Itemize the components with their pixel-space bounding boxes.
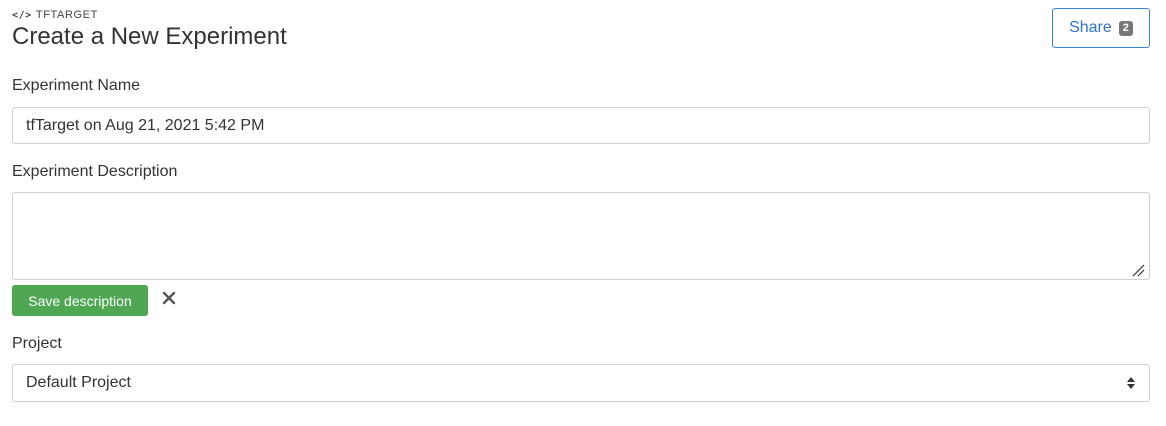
project-select[interactable]: Default Project	[12, 364, 1150, 402]
tool-tag: </> TFTARGET	[12, 8, 287, 22]
experiment-description-label: Experiment Description	[12, 163, 178, 180]
save-description-button[interactable]: Save description	[12, 285, 148, 316]
experiment-name-input[interactable]	[12, 107, 1150, 144]
share-count-badge: 2	[1118, 20, 1133, 36]
page-header: </> TFTARGET Create a New Experiment	[12, 8, 287, 51]
share-button[interactable]: Share 2	[1052, 8, 1150, 48]
select-arrows-icon	[1127, 377, 1135, 389]
resize-handle-icon[interactable]	[1130, 262, 1146, 278]
page-title: Create a New Experiment	[12, 23, 287, 50]
share-button-label: Share	[1069, 19, 1112, 36]
project-label: Project	[12, 335, 62, 352]
tool-tag-label: TFTARGET	[35, 9, 98, 21]
code-icon: </>	[12, 9, 32, 21]
experiment-description-textarea[interactable]	[12, 192, 1150, 280]
close-icon[interactable]	[161, 290, 177, 306]
project-select-value: Default Project	[26, 374, 131, 391]
experiment-name-label: Experiment Name	[12, 77, 141, 94]
